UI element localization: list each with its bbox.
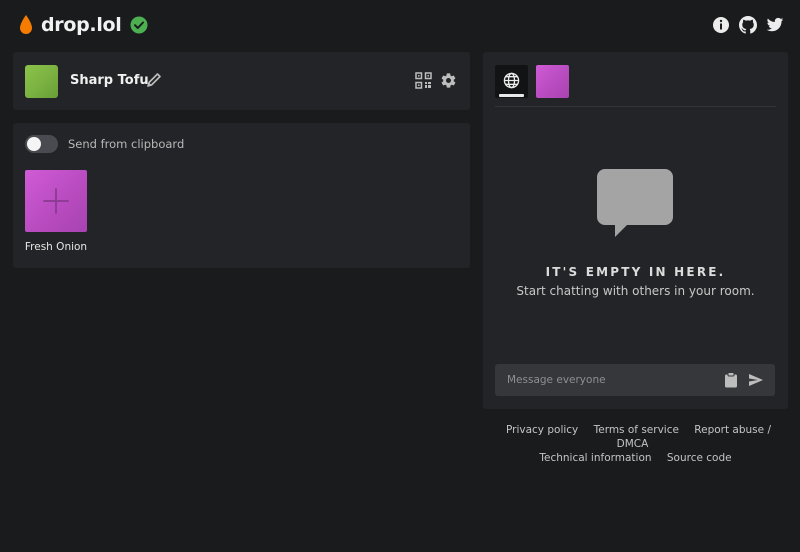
peer-tile-fresh-onion[interactable] (25, 170, 87, 232)
chat-tabs (495, 64, 776, 107)
clipboard-toggle[interactable] (25, 135, 58, 153)
tab-peer-fresh-onion[interactable] (536, 65, 569, 98)
footer-row-2: Technical information Source code (483, 451, 788, 465)
drop-icon (20, 15, 32, 34)
pencil-icon[interactable] (146, 72, 162, 88)
technical-information-link[interactable]: Technical information (539, 452, 651, 464)
verified-icon (130, 16, 148, 34)
transfer-card: Send from clipboard Fresh Onion (13, 123, 470, 268)
avatar (25, 65, 58, 98)
footer-row-1: Privacy policy Terms of service Report a… (483, 423, 788, 451)
privacy-policy-link[interactable]: Privacy policy (506, 424, 578, 436)
clipboard-icon[interactable] (724, 372, 738, 388)
clipboard-toggle-label: Send from clipboard (68, 137, 185, 151)
github-icon[interactable] (739, 16, 757, 34)
tab-everyone[interactable] (495, 65, 528, 98)
chat-bubble-icon (597, 169, 673, 237)
profile-name: Sharp Tofu (70, 73, 149, 88)
qr-code-icon[interactable] (415, 72, 432, 89)
header-links (712, 16, 784, 34)
message-composer (495, 364, 775, 396)
info-icon[interactable] (712, 16, 730, 34)
terms-of-service-link[interactable]: Terms of service (594, 424, 679, 436)
profile-card: Sharp Tofu (13, 52, 470, 110)
globe-icon (503, 72, 520, 89)
twitter-icon[interactable] (766, 16, 784, 34)
peer-name: Fresh Onion (24, 241, 88, 253)
message-input[interactable] (495, 364, 710, 396)
active-tab-indicator (499, 94, 524, 97)
app-logo[interactable]: drop.lol (18, 14, 148, 36)
source-code-link[interactable]: Source code (667, 452, 732, 464)
empty-state-title: IT'S EMPTY IN HERE. (545, 265, 726, 279)
empty-state-subtitle: Start chatting with others in your room. (516, 284, 755, 298)
footer: Privacy policy Terms of service Report a… (483, 423, 788, 465)
plus-icon (43, 188, 69, 214)
gear-icon[interactable] (440, 72, 457, 89)
send-icon[interactable] (748, 372, 764, 388)
app-header: drop.lol (0, 0, 800, 52)
toggle-knob (27, 137, 41, 151)
app-title: drop.lol (41, 14, 122, 36)
chat-card: IT'S EMPTY IN HERE. Start chatting with … (483, 52, 788, 409)
